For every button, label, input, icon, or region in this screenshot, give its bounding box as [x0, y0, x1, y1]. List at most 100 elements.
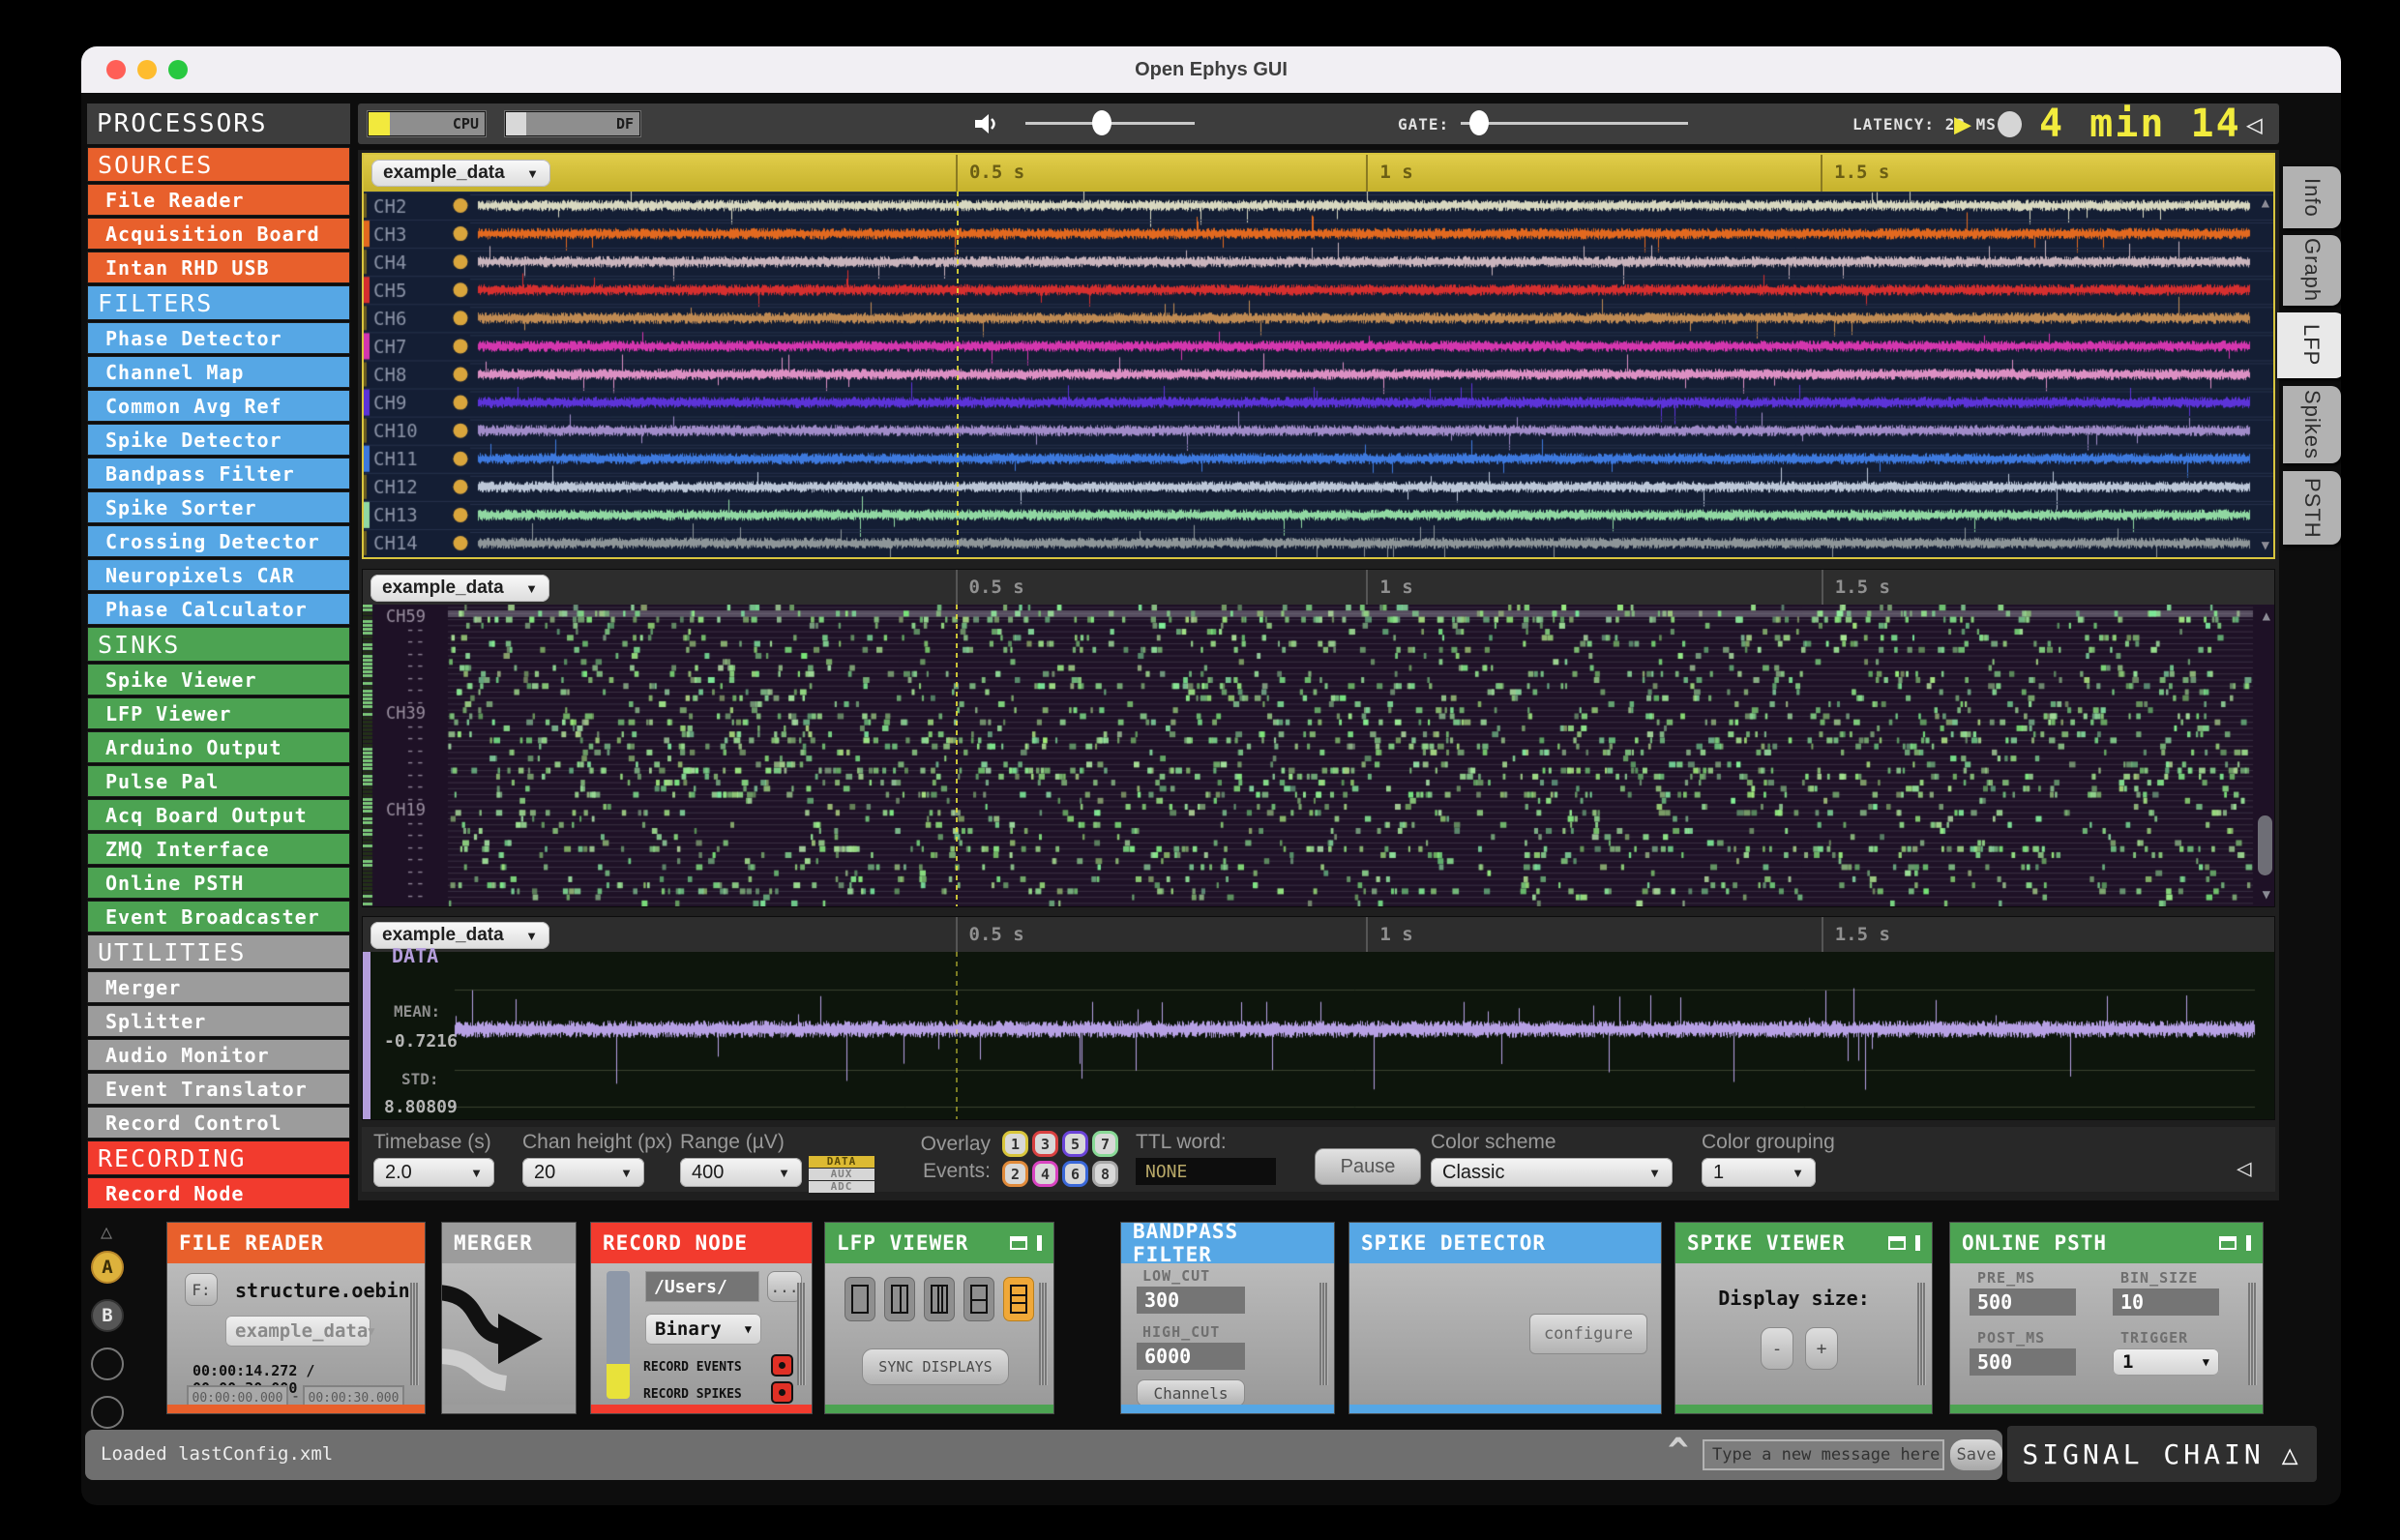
sidebar-section-filters[interactable]: FILTERS	[87, 285, 350, 320]
open-window-icon[interactable]	[1888, 1236, 1906, 1250]
tab-graph[interactable]: Graph	[2283, 235, 2341, 306]
sidebar-item-event-translator[interactable]: Event Translator	[87, 1073, 350, 1105]
sidebar-section-sinks[interactable]: SINKS	[87, 627, 350, 662]
sidebar-section-sources[interactable]: SOURCES	[87, 147, 350, 182]
module-grip[interactable]	[1319, 1283, 1328, 1385]
tab-info[interactable]: Info	[2283, 166, 2341, 228]
layout-one-pane-button[interactable]	[844, 1277, 875, 1321]
spike-raster-panel[interactable]: example_data ▼ 0.5 s 1 s 1.5 s ▲ ▼	[362, 569, 2275, 907]
color-scheme-dropdown[interactable]: Classic ▼	[1431, 1158, 1673, 1187]
pin-tab-icon[interactable]	[1915, 1235, 1920, 1251]
adc-type-button[interactable]: ADC	[809, 1181, 874, 1193]
sidebar-item-arduino-output[interactable]: Arduino Output	[87, 731, 350, 763]
overlay-event-8-button[interactable]: 8	[1092, 1161, 1118, 1187]
post-ms-field[interactable]: 500	[1970, 1348, 2076, 1376]
gate-knob[interactable]	[1468, 110, 1489, 135]
scroll-down-icon[interactable]: ▼	[2262, 538, 2269, 553]
sidebar-item-splitter[interactable]: Splitter	[87, 1005, 350, 1037]
overlay-event-4-button[interactable]: 4	[1032, 1161, 1058, 1187]
open-window-icon[interactable]	[2219, 1236, 2237, 1250]
bin-size-field[interactable]: 10	[2113, 1288, 2219, 1316]
configure-button[interactable]: configure	[1529, 1314, 1647, 1354]
sidebar-item-zmq-interface[interactable]: ZMQ Interface	[87, 833, 350, 865]
sidebar-item-pulse-pal[interactable]: Pulse Pal	[87, 765, 350, 797]
record-path-field[interactable]: /Users/	[645, 1271, 759, 1302]
collapse-left-icon[interactable]: ◁	[2237, 1154, 2252, 1183]
sidebar-section-recording[interactable]: RECORDING	[87, 1140, 350, 1175]
raster-source-dropdown[interactable]: example_data ▼	[370, 575, 549, 602]
trigger-dropdown[interactable]: 1 ▼	[2113, 1348, 2219, 1376]
layout-two-columns-button[interactable]	[884, 1277, 915, 1321]
chain-empty-slot[interactable]	[91, 1348, 124, 1380]
sidebar-item-online-psth[interactable]: Online PSTH	[87, 867, 350, 899]
open-window-icon[interactable]	[1010, 1236, 1027, 1250]
color-grouping-dropdown[interactable]: 1 ▼	[1702, 1158, 1816, 1187]
sidebar-item-spike-sorter[interactable]: Spike Sorter	[87, 491, 350, 523]
raster-scrollbar-thumb[interactable]	[2258, 815, 2272, 875]
pin-tab-icon[interactable]	[1037, 1235, 1042, 1251]
increase-size-button[interactable]: +	[1805, 1327, 1838, 1370]
rail-up-icon[interactable]: △	[91, 1220, 122, 1243]
record-engine-dropdown[interactable]: Binary ▼	[645, 1314, 761, 1345]
record-spikes-toggle[interactable]	[771, 1381, 793, 1404]
scroll-up-icon[interactable]: ▲	[2262, 195, 2269, 211]
layout-three-columns-button[interactable]	[924, 1277, 955, 1321]
play-button[interactable]: ▶	[1954, 107, 1971, 141]
overlay-event-7-button[interactable]: 7	[1092, 1131, 1118, 1157]
record-node-module[interactable]: RECORD NODE /Users/ ... Binary ▼ RECORD …	[590, 1222, 813, 1414]
overlay-event-2-button[interactable]: 2	[1002, 1161, 1028, 1187]
raster-display[interactable]: ▲ ▼	[363, 605, 2274, 906]
overlay-event-3-button[interactable]: 3	[1032, 1131, 1058, 1157]
online-psth-module[interactable]: ONLINE PSTH PRE_MS 500 BIN_SIZE 10 POST_…	[1949, 1222, 2264, 1414]
data-type-button[interactable]: DATA	[809, 1156, 874, 1168]
sidebar-item-acquisition-board[interactable]: Acquisition Board	[87, 218, 350, 250]
tab-lfp[interactable]: LFP	[2277, 312, 2341, 378]
chain-b-button[interactable]: B	[91, 1299, 124, 1332]
overlay-event-5-button[interactable]: 5	[1062, 1131, 1088, 1157]
tab-psth[interactable]: PSTH	[2283, 471, 2341, 545]
chevron-up-icon[interactable]: ^	[1668, 1432, 1689, 1471]
lfp-trace-display[interactable]: ▲ ▼	[364, 192, 2273, 557]
data-channel-panel[interactable]: example_data ▼ 0.5 s 1 s 1.5 s DATA MEAN: …	[362, 916, 2275, 1120]
pause-button[interactable]: Pause	[1315, 1148, 1421, 1185]
sidebar-item-crossing-detector[interactable]: Crossing Detector	[87, 525, 350, 557]
sidebar-item-channel-map[interactable]: Channel Map	[87, 356, 350, 388]
lfp-source-dropdown[interactable]: example_data ▼	[371, 160, 550, 187]
sidebar-item-bandpass-filter[interactable]: Bandpass Filter	[87, 458, 350, 489]
sidebar-item-lfp-viewer[interactable]: LFP Viewer	[87, 697, 350, 729]
range-dropdown[interactable]: 400 ▼	[680, 1158, 802, 1187]
chain-a-button[interactable]: A	[91, 1251, 124, 1284]
volume-knob[interactable]	[1091, 110, 1111, 135]
spike-viewer-module[interactable]: SPIKE VIEWER Display size: - +	[1674, 1222, 1933, 1414]
module-grip[interactable]	[797, 1283, 806, 1385]
high-cut-field[interactable]: 6000	[1137, 1343, 1245, 1370]
gate-slider[interactable]	[1461, 110, 1688, 135]
tab-spikes[interactable]: Spikes	[2283, 386, 2341, 463]
sidebar-item-phase-calculator[interactable]: Phase Calculator	[87, 593, 350, 625]
spike-detector-module[interactable]: SPIKE DETECTOR configure	[1348, 1222, 1662, 1414]
scroll-down-icon[interactable]: ▼	[2263, 887, 2270, 903]
sidebar-item-neuropixels-car[interactable]: Neuropixels CAR	[87, 559, 350, 591]
signal-chain-toggle[interactable]: SIGNAL CHAIN △	[2007, 1426, 2317, 1482]
pre-ms-field[interactable]: 500	[1970, 1288, 2076, 1316]
decrease-size-button[interactable]: -	[1761, 1327, 1793, 1370]
module-grip[interactable]	[1039, 1283, 1048, 1385]
sidebar-item-common-avg-ref[interactable]: Common Avg Ref	[87, 390, 350, 422]
module-grip[interactable]	[1917, 1283, 1926, 1385]
sync-displays-button[interactable]: SYNC DISPLAYS	[862, 1348, 1009, 1385]
module-grip[interactable]	[2248, 1283, 2257, 1385]
chan-height-dropdown[interactable]: 20 ▼	[522, 1158, 644, 1187]
record-events-toggle[interactable]	[771, 1354, 793, 1377]
volume-slider[interactable]	[1025, 110, 1195, 135]
sidebar-item-intan-rhd-usb[interactable]: Intan RHD USB	[87, 252, 350, 283]
scroll-up-icon[interactable]: ▲	[2263, 608, 2270, 624]
sidebar-item-spike-detector[interactable]: Spike Detector	[87, 424, 350, 456]
sidebar-item-record-node[interactable]: Record Node	[87, 1177, 350, 1209]
stream-dropdown[interactable]: example_data ▼	[225, 1316, 375, 1347]
aux-type-button[interactable]: AUX	[809, 1169, 874, 1180]
lfp-viewer-panel[interactable]: example_data ▼ 0.5 s 1 s 1.5 s ▲ ▼	[362, 153, 2275, 559]
sidebar-item-acq-board-output[interactable]: Acq Board Output	[87, 799, 350, 831]
lfp-viewer-module[interactable]: LFP VIEWER SYNC DISPLAYS	[824, 1222, 1054, 1414]
collapse-left-icon[interactable]: ◁	[2246, 108, 2263, 140]
sidebar-item-spike-viewer[interactable]: Spike Viewer	[87, 664, 350, 696]
